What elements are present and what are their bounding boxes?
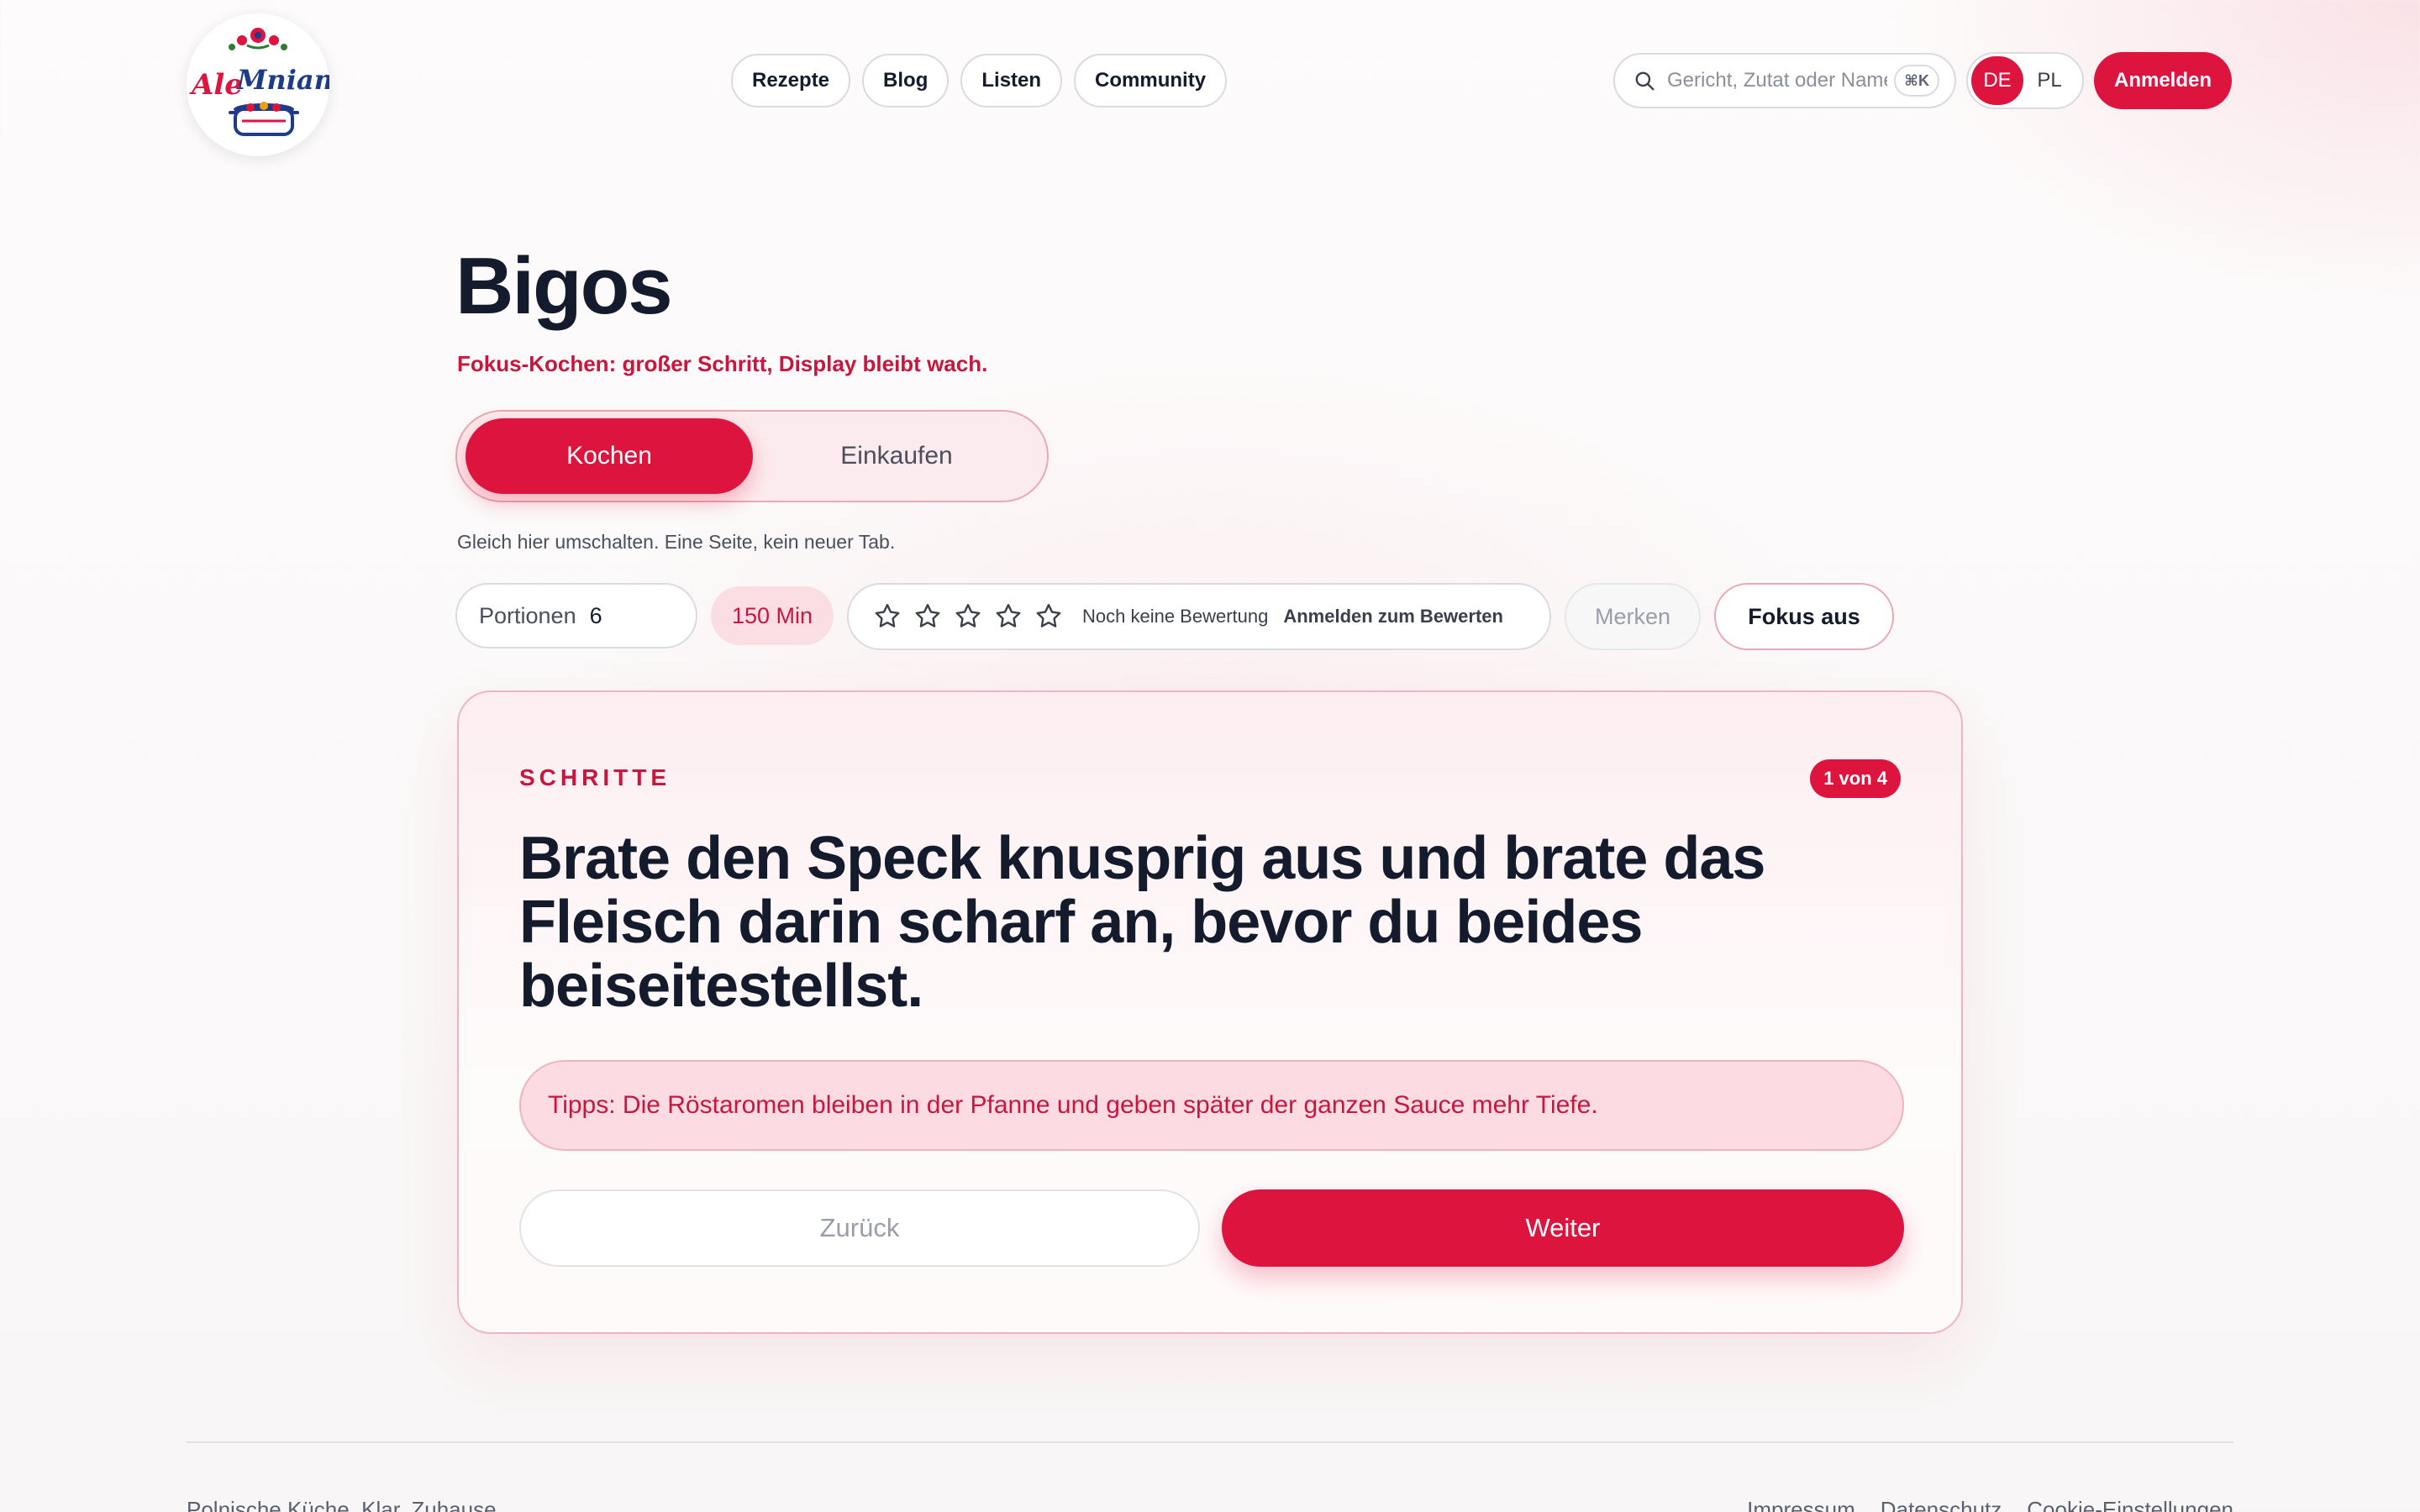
nav-item-listen[interactable]: Listen <box>960 54 1063 108</box>
portions-label: Portionen <box>479 602 576 628</box>
brand-logo[interactable]: Ale Mniam <box>187 13 329 156</box>
login-to-rate-link[interactable]: Anmelden zum Bewerten <box>1283 606 1503 627</box>
logo-text-mniam: Mniam <box>236 64 329 96</box>
next-button[interactable]: Weiter <box>1222 1189 1904 1267</box>
language-option-pl[interactable]: PL <box>2023 56 2075 105</box>
nav-item-rezepte[interactable]: Rezepte <box>731 54 851 108</box>
folk-flower-ornament <box>229 28 287 50</box>
search-bar[interactable]: ⌘K <box>1613 53 1956 108</box>
mode-shop-button[interactable]: Einkaufen <box>753 418 1040 494</box>
language-switcher: DE PL <box>1966 52 2084 109</box>
star-icon[interactable] <box>993 601 1023 632</box>
portions-input[interactable] <box>589 602 640 629</box>
portions-field[interactable]: Portionen <box>455 583 697 648</box>
star-icon[interactable] <box>1034 601 1064 632</box>
footer-link-cookie-settings[interactable]: Cookie-Einstellungen <box>2027 1497 2233 1512</box>
steps-card: SCHRITTE 1 von 4 Brate den Speck knuspri… <box>457 690 1963 1334</box>
focus-off-button[interactable]: Fokus aus <box>1714 583 1894 650</box>
cook-time-badge: 150 Min <box>711 586 834 645</box>
star-icon[interactable] <box>953 601 983 632</box>
main-nav: Rezepte Blog Listen Community <box>731 54 1228 108</box>
search-icon <box>1635 71 1655 91</box>
rating-status-text: Noch keine Bewertung <box>1082 606 1269 627</box>
mode-toggle: Kochen Einkaufen <box>455 410 1049 502</box>
rating-bar: Noch keine Bewertung Anmelden zum Bewert… <box>847 583 1551 650</box>
footer-tagline: Polnische Küche. Klar. Zuhause. <box>187 1497 502 1512</box>
mode-cook-button[interactable]: Kochen <box>466 418 753 494</box>
step-counter-badge: 1 von 4 <box>1810 759 1901 798</box>
footer-link-datenschutz[interactable]: Datenschutz <box>1881 1497 2002 1512</box>
star-icon[interactable] <box>872 601 902 632</box>
step-tip-text: Tipps: Die Röstaromen bleiben in der Pfa… <box>548 1091 1598 1119</box>
logo-emblem: Ale Mniam <box>189 28 329 136</box>
step-tip: Tipps: Die Röstaromen bleiben in der Pfa… <box>519 1060 1904 1151</box>
footer-link-impressum[interactable]: Impressum <box>1747 1497 1855 1512</box>
back-button[interactable]: Zurück <box>519 1189 1200 1267</box>
rating-stars <box>872 601 1064 632</box>
nav-item-blog[interactable]: Blog <box>862 54 950 108</box>
site-header: Ale Mniam Rezepte Blog Listen Community … <box>0 0 2420 160</box>
logo-text-ale: Ale <box>189 68 243 102</box>
search-input[interactable] <box>1667 69 1888 92</box>
footer-links: Impressum Datenschutz Cookie-Einstellung… <box>1747 1497 2233 1512</box>
save-recipe-button[interactable]: Merken <box>1565 583 1701 650</box>
steps-heading: SCHRITTE <box>519 764 671 790</box>
recipe-title: Bigos <box>455 241 673 331</box>
language-option-de[interactable]: DE <box>1971 56 2023 105</box>
footer-divider <box>187 1441 2233 1443</box>
login-button[interactable]: Anmelden <box>2094 52 2232 109</box>
recipe-subtitle: Fokus-Kochen: großer Schritt, Display bl… <box>457 351 988 376</box>
mode-helper-text: Gleich hier umschalten. Eine Seite, kein… <box>457 531 896 553</box>
step-instruction: Brate den Speck knusprig aus und brate d… <box>519 825 1765 1020</box>
star-icon[interactable] <box>913 601 943 632</box>
search-shortcut-badge: ⌘K <box>1894 65 1939 97</box>
nav-item-community[interactable]: Community <box>1074 54 1228 108</box>
pot-icon <box>229 102 299 136</box>
